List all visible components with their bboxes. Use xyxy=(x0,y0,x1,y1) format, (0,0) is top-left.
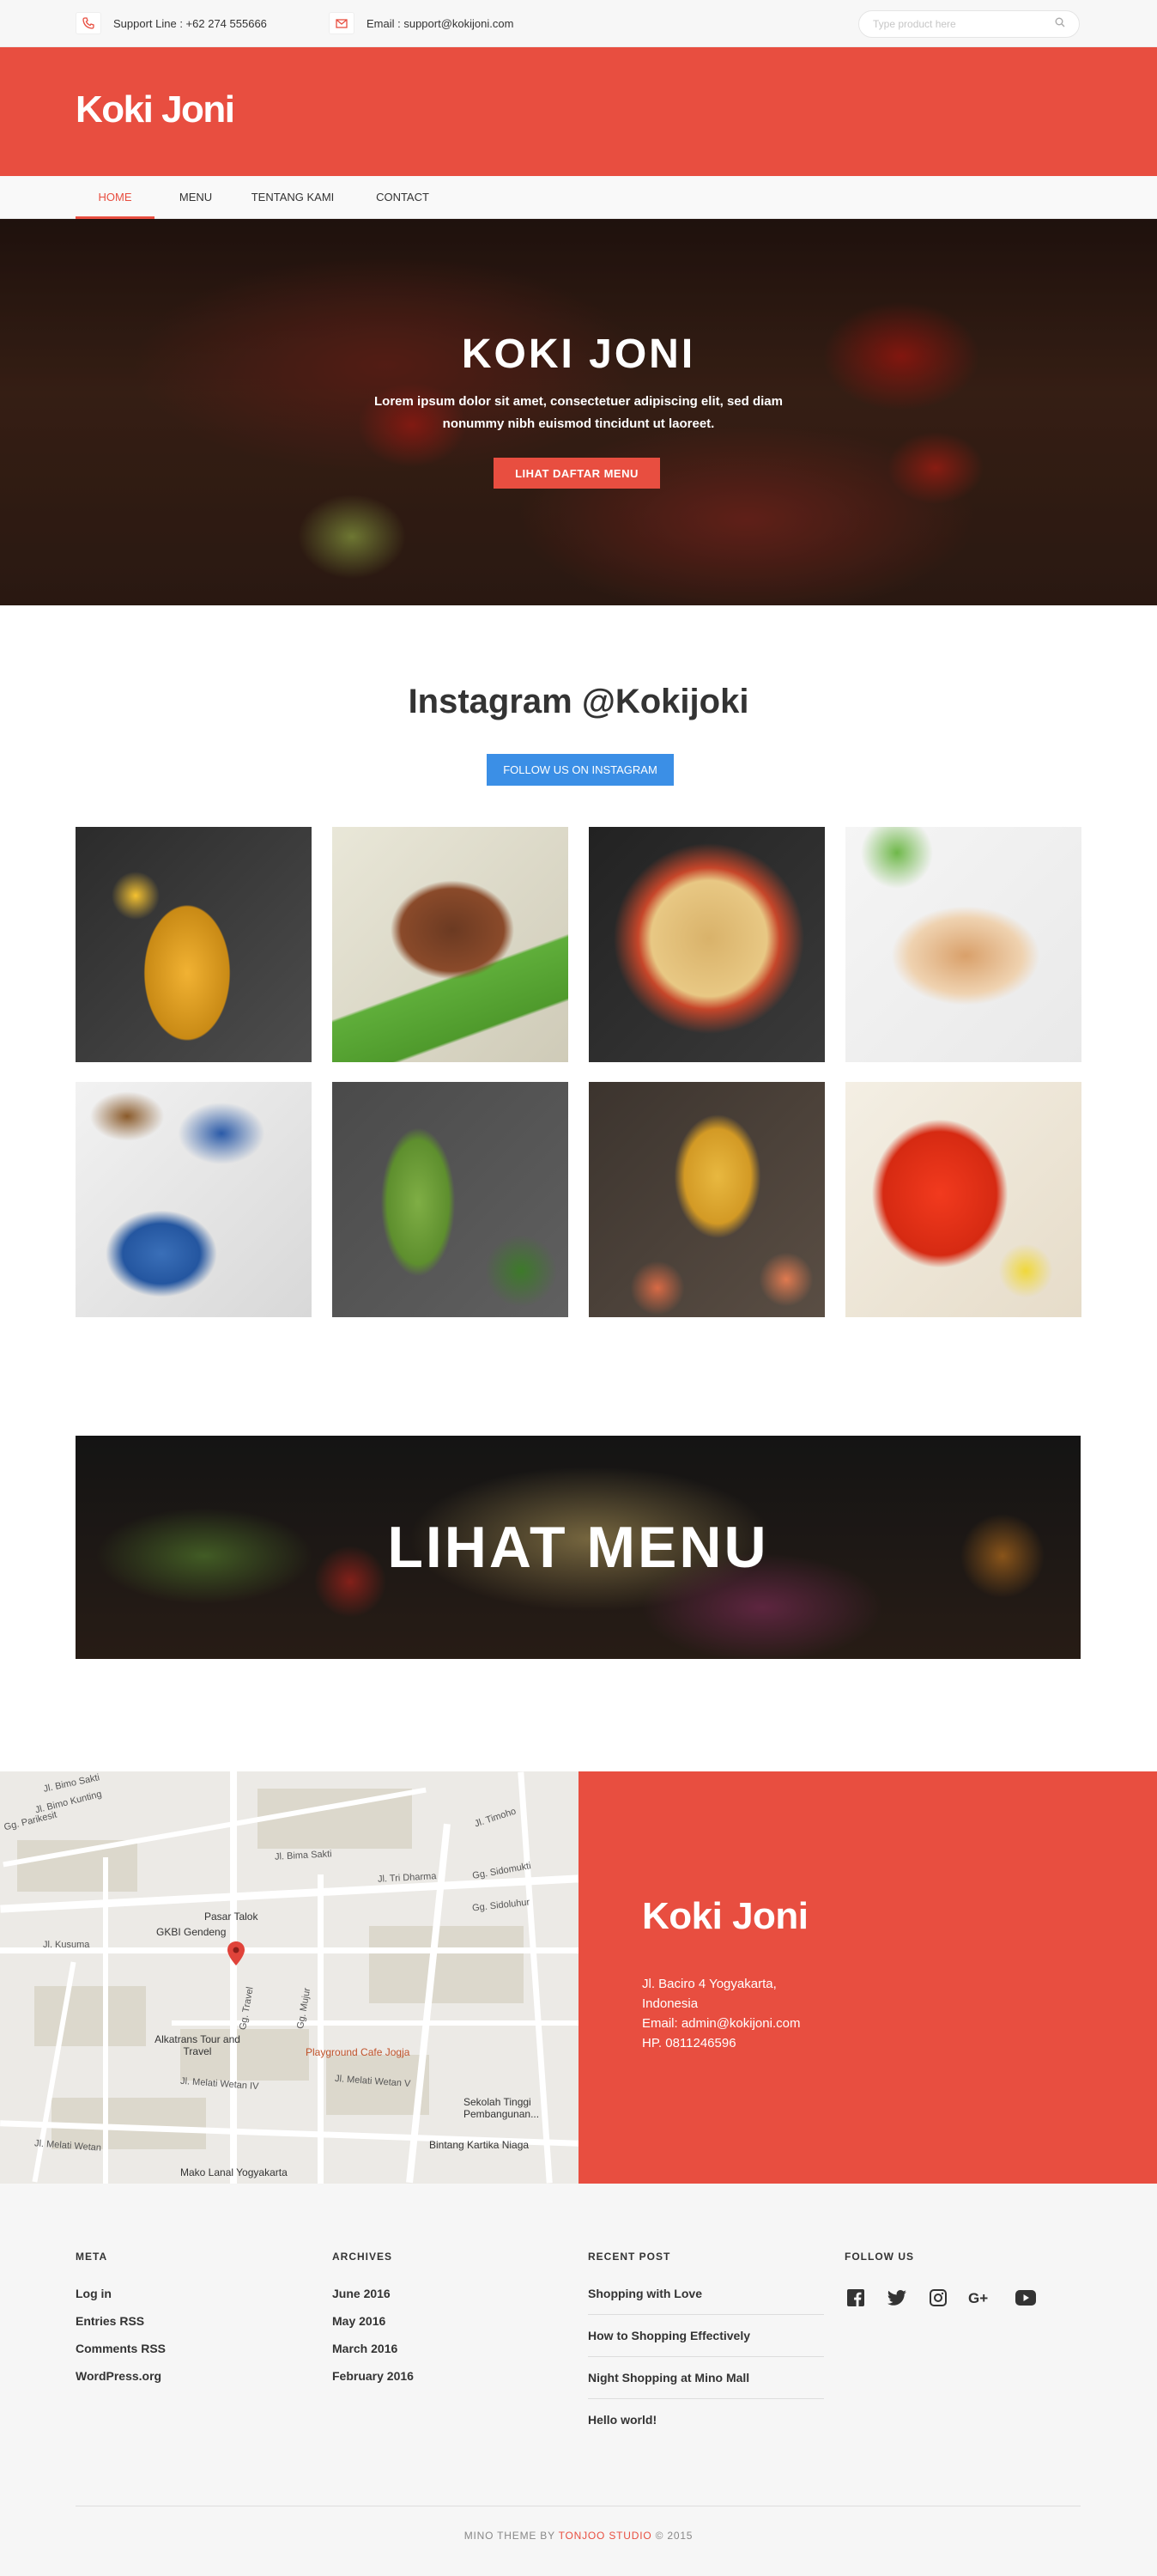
footer-heading: ARCHIVES xyxy=(332,2251,393,2263)
copyright-prefix: MINO THEME BY xyxy=(463,2530,559,2542)
archive-link[interactable]: February 2016 xyxy=(332,2369,414,2383)
footer-link-entries-rss[interactable]: Entries RSS xyxy=(76,2314,166,2328)
main-nav: HOME MENU TENTANG KAMI CONTACT xyxy=(0,176,1157,219)
contact-details: Jl. Baciro 4 Yogyakarta, Indonesia Email… xyxy=(642,1974,800,2053)
street-label: Gg. Parikesit xyxy=(3,1809,58,1833)
footer-meta: META Log in Entries RSS Comments RSS Wor… xyxy=(76,2251,166,2397)
instagram-icon[interactable] xyxy=(927,2287,949,2309)
instagram-photo[interactable] xyxy=(589,1082,825,1317)
street-label: Jl. Timoho xyxy=(473,1806,518,1830)
twitter-icon[interactable] xyxy=(886,2287,908,2309)
youtube-icon[interactable] xyxy=(1015,2287,1037,2309)
svg-text:G+: G+ xyxy=(968,2290,988,2306)
copyright-suffix: © 2015 xyxy=(651,2530,694,2542)
footer-link-login[interactable]: Log in xyxy=(76,2287,166,2300)
place-label[interactable]: Sekolah Tinggi Pembangunan... xyxy=(463,2096,566,2120)
site-footer: META Log in Entries RSS Comments RSS Wor… xyxy=(0,2184,1157,2576)
email-text: Email : support@kokijoni.com xyxy=(366,16,514,30)
place-label[interactable]: Alkatrans Tour and Travel xyxy=(154,2033,240,2057)
hero-banner: KOKI JONI Lorem ipsum dolor sit amet, co… xyxy=(0,219,1157,605)
email-line: Email : support@kokijoni.com xyxy=(329,12,513,34)
place-label[interactable]: Playground Cafe Jogja xyxy=(306,2046,409,2058)
map-road xyxy=(230,1771,237,2184)
contact-email[interactable]: Email: admin@kokijoni.com xyxy=(642,2014,800,2033)
top-bar: Support Line : +62 274 555666 Email : su… xyxy=(0,0,1157,47)
phone-icon xyxy=(76,12,101,34)
footer-heading: META xyxy=(76,2251,108,2263)
follow-instagram-button[interactable]: FOLLOW US ON INSTAGRAM xyxy=(487,754,674,786)
social-links: G+ xyxy=(845,2287,1037,2309)
recent-post-link[interactable]: Hello world! xyxy=(588,2413,824,2440)
product-search[interactable] xyxy=(858,10,1080,38)
support-text: Support Line : +62 274 555666 xyxy=(113,16,267,30)
hero-description: Lorem ipsum dolor sit amet, consectetuer… xyxy=(374,394,783,431)
hero-title: KOKI JONI xyxy=(461,331,696,377)
recent-post-link[interactable]: Night Shopping at Mino Mall xyxy=(588,2371,824,2399)
nav-item-tentang-kami[interactable]: TENTANG KAMI xyxy=(242,176,343,219)
envelope-icon xyxy=(329,12,354,34)
archive-link[interactable]: May 2016 xyxy=(332,2314,414,2328)
facebook-icon[interactable] xyxy=(845,2287,867,2309)
site-header: Koki Joni xyxy=(0,47,1157,176)
place-label[interactable]: Mako Lanal Yogyakarta xyxy=(180,2166,288,2178)
contact-title: Koki Joni xyxy=(642,1895,809,1937)
archive-link[interactable]: March 2016 xyxy=(332,2342,414,2355)
footer-recent-posts: RECENT POST Shopping with Love How to Sh… xyxy=(588,2251,824,2454)
footer-link-wordpress[interactable]: WordPress.org xyxy=(76,2369,166,2383)
location-map[interactable]: Jl. Bimo Sakti Jl. Bimo Kunting Gg. Pari… xyxy=(0,1771,578,2184)
contact-phone: HP. 0811246596 xyxy=(642,2036,736,2050)
recent-post-link[interactable]: How to Shopping Effectively xyxy=(588,2329,824,2357)
view-menu-banner[interactable]: LIHAT MENU xyxy=(76,1436,1081,1659)
street-label: Jl. Kusuma xyxy=(43,1940,90,1950)
place-label[interactable]: Bintang Kartika Niaga xyxy=(429,2139,529,2151)
footer-link-comments-rss[interactable]: Comments RSS xyxy=(76,2342,166,2355)
instagram-title: Instagram @Kokijoki xyxy=(408,683,749,720)
map-pin-icon[interactable] xyxy=(227,1941,245,1965)
recent-post-link[interactable]: Shopping with Love xyxy=(588,2287,824,2315)
google-plus-icon[interactable]: G+ xyxy=(968,2287,996,2309)
footer-heading: FOLLOW US xyxy=(845,2251,914,2263)
copyright: MINO THEME BY TONJOO STUDIO © 2015 xyxy=(0,2530,1157,2542)
site-logo[interactable]: Koki Joni xyxy=(76,88,235,131)
contact-country: Indonesia xyxy=(642,1996,699,2011)
map-block xyxy=(34,1986,146,2046)
footer-heading: RECENT POST xyxy=(588,2251,671,2263)
view-menu-button[interactable]: LIHAT DAFTAR MENU xyxy=(494,458,660,489)
studio-link[interactable]: TONJOO STUDIO xyxy=(559,2530,652,2542)
place-label[interactable]: Pasar Talok xyxy=(204,1911,257,1923)
street-label: Gg. Sidoluhur xyxy=(471,1897,530,1914)
search-input[interactable] xyxy=(873,18,1055,30)
footer-archives: ARCHIVES June 2016 May 2016 March 2016 F… xyxy=(332,2251,414,2397)
place-label[interactable]: GKBI Gendeng xyxy=(156,1926,226,1938)
instagram-photo[interactable] xyxy=(332,827,568,1062)
nav-item-home[interactable]: HOME xyxy=(76,176,154,219)
instagram-photo[interactable] xyxy=(845,827,1081,1062)
map-road xyxy=(318,1874,324,2184)
instagram-photo[interactable] xyxy=(845,1082,1081,1317)
map-block xyxy=(369,1926,524,2003)
search-icon[interactable] xyxy=(1055,16,1065,32)
instagram-photo[interactable] xyxy=(332,1082,568,1317)
instagram-grid xyxy=(76,827,1081,1317)
support-line: Support Line : +62 274 555666 xyxy=(76,12,267,34)
banner-title: LIHAT MENU xyxy=(387,1515,769,1580)
instagram-photo[interactable] xyxy=(589,827,825,1062)
instagram-photo[interactable] xyxy=(76,1082,312,1317)
archive-link[interactable]: June 2016 xyxy=(332,2287,414,2300)
footer-follow: FOLLOW US G+ xyxy=(845,2251,1037,2309)
contact-panel: Koki Joni Jl. Baciro 4 Yogyakarta, Indon… xyxy=(578,1771,1157,2184)
nav-item-menu[interactable]: MENU xyxy=(167,176,225,219)
street-label: Jl. Bima Sakti xyxy=(274,1849,332,1862)
contact-address: Jl. Baciro 4 Yogyakarta, xyxy=(642,1977,777,1991)
nav-item-contact[interactable]: CONTACT xyxy=(364,176,441,219)
map-road xyxy=(103,1857,108,2184)
instagram-photo[interactable] xyxy=(76,827,312,1062)
